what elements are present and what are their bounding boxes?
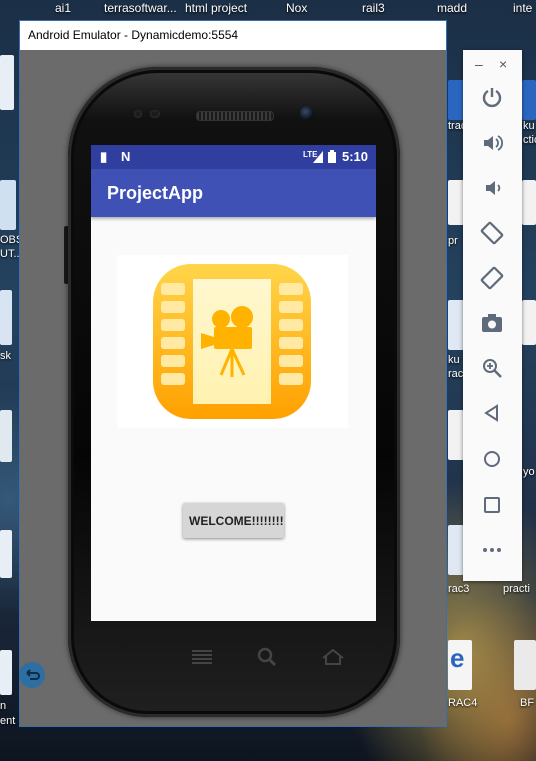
rotate-left-icon[interactable]: [477, 218, 507, 248]
phone-back-key[interactable]: [17, 660, 47, 690]
desktop-file-icon[interactable]: [448, 180, 464, 225]
front-camera: [300, 106, 314, 120]
desktop-label[interactable]: madd: [437, 1, 467, 15]
desktop-label[interactable]: RAC4: [448, 697, 477, 709]
desktop-top-labels: ai1 terrasoftwar... html project Nox rai…: [0, 0, 536, 18]
volume-down-icon[interactable]: [477, 173, 507, 203]
emulator-window: Android Emulator - Dynamicdemo:5554 ▮ N …: [19, 20, 447, 727]
window-title[interactable]: Android Emulator - Dynamicdemo:5554: [20, 21, 446, 50]
overview-icon[interactable]: [477, 490, 507, 520]
desktop-file-icon[interactable]: [448, 80, 464, 120]
desktop-label[interactable]: BF: [520, 697, 534, 709]
emulator-toolbar: – ×: [463, 50, 522, 581]
desktop-label[interactable]: rac: [448, 368, 463, 380]
phone-speaker: [196, 111, 274, 121]
film-camera-icon: [153, 264, 311, 419]
back-icon[interactable]: [477, 398, 507, 428]
desktop-file-icon[interactable]: [448, 410, 464, 460]
desktop-file-icon[interactable]: [522, 80, 536, 120]
minimize-icon[interactable]: –: [475, 56, 483, 72]
desktop-label[interactable]: ctic: [523, 134, 536, 146]
desktop-file-icon[interactable]: [522, 300, 536, 345]
volume-up-icon[interactable]: [477, 128, 507, 158]
desktop-label[interactable]: rac3: [448, 583, 469, 595]
desktop-file-icon[interactable]: e: [448, 640, 472, 690]
more-icon[interactable]: [477, 535, 507, 565]
desktop-label[interactable]: ai1: [55, 1, 71, 15]
desktop-file-icon[interactable]: [0, 180, 16, 230]
desktop-file-icon[interactable]: [522, 180, 536, 225]
film-camera-image: [117, 255, 348, 428]
status-bar: ▮ N LTE 5:10: [91, 145, 376, 169]
screenshot-icon[interactable]: [477, 308, 507, 338]
desktop-label[interactable]: html project: [185, 1, 247, 15]
close-icon[interactable]: ×: [499, 56, 507, 72]
app-bar: ProjectApp: [91, 169, 376, 217]
desktop-file-icon[interactable]: [0, 55, 14, 110]
phone-menu-key[interactable]: [187, 642, 217, 672]
desktop-label[interactable]: rail3: [362, 1, 385, 15]
proximity-sensor: [134, 110, 142, 118]
desktop-label[interactable]: yo: [523, 466, 535, 478]
python-file-icon[interactable]: [514, 640, 536, 690]
phone-search-key[interactable]: [252, 642, 282, 672]
desktop-label[interactable]: sk: [0, 350, 11, 362]
device-screen: ▮ N LTE 5:10 ProjectApp WELCOME!!!!!!!!: [91, 145, 376, 621]
desktop-label[interactable]: n: [0, 700, 6, 712]
sd-card-icon: ▮: [100, 149, 108, 164]
desktop-file-icon[interactable]: [448, 525, 464, 575]
desktop-label[interactable]: pr: [448, 235, 458, 247]
desktop-label[interactable]: Nox: [286, 1, 307, 15]
desktop-file-icon[interactable]: [0, 410, 12, 462]
desktop-file-icon[interactable]: [0, 530, 12, 578]
desktop-label[interactable]: ku: [448, 354, 460, 366]
zoom-icon[interactable]: [477, 353, 507, 383]
rotate-right-icon[interactable]: [477, 263, 507, 293]
notification-n-icon: N: [121, 149, 131, 164]
light-sensor: [150, 110, 160, 118]
signal-icon: [313, 151, 323, 163]
desktop-file-icon[interactable]: [448, 300, 464, 350]
desktop-label[interactable]: terrasoftwar...: [104, 1, 177, 15]
phone-home-key[interactable]: [318, 642, 348, 672]
app-title: ProjectApp: [107, 183, 204, 203]
desktop-file-icon[interactable]: [0, 290, 12, 345]
status-clock: 5:10: [341, 149, 368, 164]
power-icon[interactable]: [477, 82, 507, 112]
welcome-button[interactable]: WELCOME!!!!!!!!: [183, 503, 284, 538]
desktop-file-icon[interactable]: [0, 650, 12, 695]
home-icon[interactable]: [477, 444, 507, 474]
desktop-label[interactable]: practi: [503, 583, 530, 595]
desktop-label[interactable]: ku: [523, 120, 535, 132]
battery-icon: [328, 150, 336, 163]
desktop-label[interactable]: inte: [513, 1, 532, 15]
desktop-label[interactable]: ent: [0, 715, 15, 727]
